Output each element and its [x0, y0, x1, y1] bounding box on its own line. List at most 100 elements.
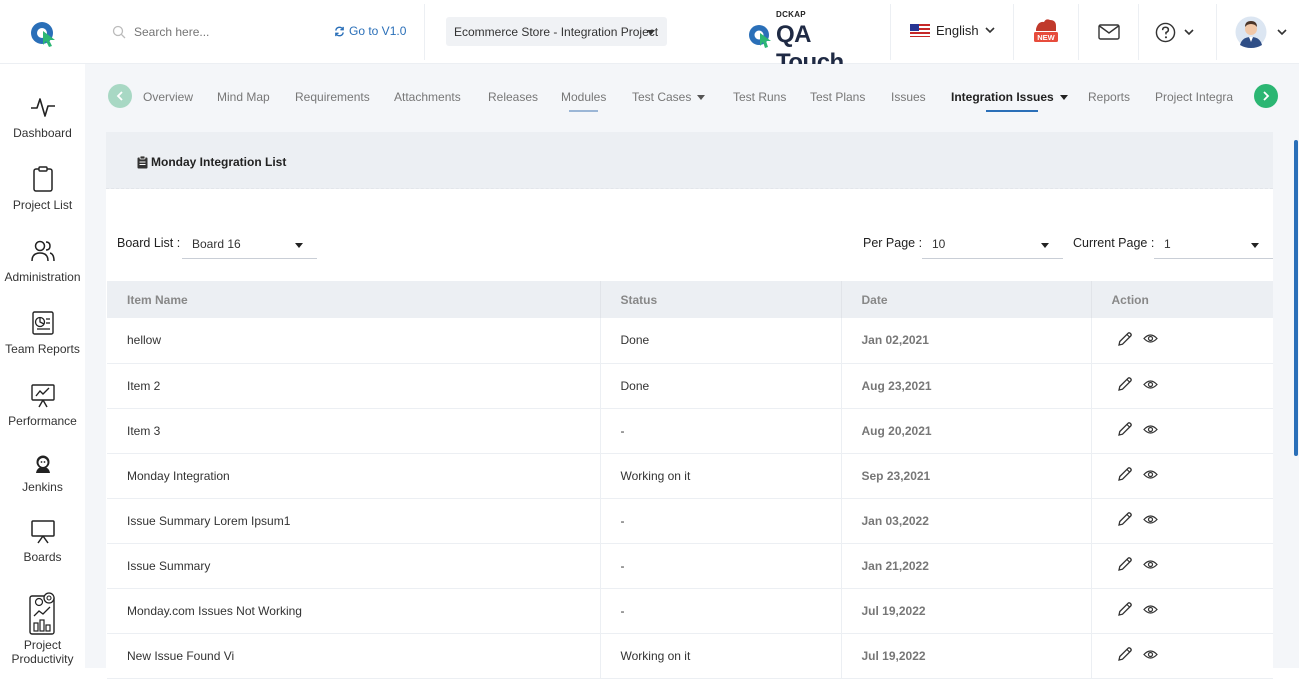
tab-label: Integration Issues — [951, 90, 1054, 104]
tab-project-integrations[interactable]: Project Integra — [1155, 90, 1235, 104]
sidebar-item-label: Dashboard — [13, 126, 72, 140]
user-menu[interactable] — [1235, 15, 1287, 49]
per-page-value: 10 — [932, 237, 946, 251]
tabs-next-button[interactable] — [1254, 84, 1278, 108]
edit-icon[interactable] — [1117, 601, 1133, 617]
date-cell: Aug 20,2021 — [841, 408, 1092, 454]
status-cell: Working on it — [600, 453, 842, 499]
sidebar-item-project-list[interactable]: Project List — [0, 166, 85, 212]
brand-company: DCKAP — [776, 10, 806, 19]
board-list-select[interactable]: Board 16 — [182, 232, 317, 259]
date-cell: Sep 23,2021 — [841, 453, 1092, 499]
main-content: Overview Mind Map Requirements Attachmen… — [85, 64, 1299, 679]
current-page-select[interactable]: 1 — [1154, 232, 1273, 259]
edit-icon[interactable] — [1117, 421, 1133, 437]
brand-logo: DCKAP QA Touch — [748, 10, 870, 76]
divider — [890, 4, 891, 60]
tabs-prev-button[interactable] — [108, 84, 132, 108]
goto-v1-link[interactable]: Go to V1.0 — [334, 24, 406, 38]
edit-icon[interactable] — [1117, 646, 1133, 662]
tab-issues[interactable]: Issues — [891, 90, 926, 104]
tab-integration-issues[interactable]: Integration Issues — [951, 90, 1068, 112]
view-eye-icon[interactable] — [1142, 333, 1158, 344]
divider — [1078, 4, 1079, 60]
integration-issues-table: Item Name Status Date Action hellow Done J… — [107, 281, 1273, 679]
sidebar-item-project-productivity[interactable]: Project Productivity — [0, 590, 85, 666]
tab-modules[interactable]: Modules — [561, 90, 606, 112]
divider — [1013, 4, 1014, 60]
us-flag-icon — [910, 24, 930, 37]
tab-test-cases[interactable]: Test Cases — [632, 90, 706, 104]
status-cell: - — [600, 588, 842, 634]
row-actions — [1117, 646, 1158, 662]
view-eye-icon[interactable] — [1142, 379, 1158, 390]
clipboard-icon — [32, 166, 53, 192]
edit-icon[interactable] — [1117, 556, 1133, 572]
view-eye-icon[interactable] — [1142, 424, 1158, 435]
edit-icon[interactable] — [1117, 376, 1133, 392]
column-header-item-name[interactable]: Item Name — [107, 281, 601, 318]
pulse-icon — [30, 98, 55, 117]
tab-reports[interactable]: Reports — [1088, 90, 1130, 104]
date-cell: Jan 03,2022 — [841, 498, 1092, 544]
tab-overview[interactable]: Overview — [143, 90, 193, 104]
tab-test-plans[interactable]: Test Plans — [810, 90, 865, 104]
sidebar-item-label: Jenkins — [22, 480, 63, 494]
item-name-cell: Issue Summary Lorem Ipsum1 — [107, 498, 601, 544]
view-eye-icon[interactable] — [1142, 559, 1158, 570]
table-row: Item 3- Aug 20,2021 — [107, 408, 1273, 454]
date-cell: Jul 19,2022 — [841, 633, 1092, 679]
tab-test-runs[interactable]: Test Runs — [733, 90, 786, 104]
table-row: Monday Integration Working on it Sep 23,20… — [107, 453, 1273, 499]
chevron-down-icon — [647, 30, 655, 35]
sidebar-item-team-reports[interactable]: Team Reports — [0, 310, 85, 356]
caret-down-icon — [1251, 243, 1259, 248]
search-box[interactable] — [112, 22, 322, 42]
edit-icon[interactable] — [1117, 511, 1133, 527]
item-name-cell: Issue Summary — [107, 543, 601, 589]
table-row: hellow Done Jan 02,2021 — [107, 318, 1273, 364]
scrollbar[interactable] — [1294, 140, 1298, 456]
caret-down-icon — [697, 95, 706, 101]
new-feature-button[interactable]: NEW — [1031, 16, 1061, 44]
board-list-value: Board 16 — [192, 237, 241, 251]
mail-button[interactable] — [1095, 18, 1123, 46]
divider — [1138, 4, 1139, 60]
view-eye-icon[interactable] — [1142, 514, 1158, 525]
column-header-date[interactable]: Date — [841, 281, 1092, 318]
sidebar-item-administration[interactable]: Administration — [0, 238, 85, 284]
per-page-select[interactable]: 10 — [922, 232, 1063, 259]
sidebar-item-jenkins[interactable]: Jenkins — [0, 454, 85, 494]
tab-releases[interactable]: Releases — [488, 90, 538, 104]
item-name-cell: Item 2 — [107, 363, 601, 409]
action-cell — [1091, 363, 1273, 409]
sidebar-item-dashboard[interactable]: Dashboard — [0, 94, 85, 140]
help-menu[interactable] — [1155, 18, 1199, 46]
new-badge-text: NEW — [1037, 33, 1055, 42]
sidebar: Dashboard Project List Administration Te… — [0, 64, 85, 668]
tab-attachments[interactable]: Attachments — [394, 90, 461, 104]
edit-icon[interactable] — [1117, 331, 1133, 347]
panel-header: Monday Integration List — [106, 132, 1273, 189]
view-eye-icon[interactable] — [1142, 604, 1158, 615]
sidebar-item-label: Team Reports — [5, 342, 80, 356]
help-icon — [1155, 22, 1176, 42]
table-row: Issue Summary - Jan 21,2022 — [107, 543, 1273, 589]
view-eye-icon[interactable] — [1142, 649, 1158, 660]
board-icon — [30, 520, 55, 544]
project-select[interactable]: Ecommerce Store - Integration Project — [446, 17, 667, 46]
tab-requirements[interactable]: Requirements — [295, 90, 370, 104]
column-header-status[interactable]: Status — [600, 281, 842, 318]
view-eye-icon[interactable] — [1142, 469, 1158, 480]
qatouch-logo-icon[interactable] — [28, 18, 58, 48]
item-name-cell: hellow — [107, 318, 601, 364]
language-select[interactable]: English — [910, 23, 995, 38]
sidebar-item-boards[interactable]: Boards — [0, 518, 85, 564]
tab-mind-map[interactable]: Mind Map — [217, 90, 270, 104]
sidebar-item-label: Project Productivity — [11, 638, 74, 666]
edit-icon[interactable] — [1117, 466, 1133, 482]
status-cell: - — [600, 408, 842, 454]
search-input[interactable] — [134, 25, 314, 39]
sidebar-item-performance[interactable]: Performance — [0, 382, 85, 428]
project-name: Ecommerce Store - Integration Project — [454, 25, 659, 39]
